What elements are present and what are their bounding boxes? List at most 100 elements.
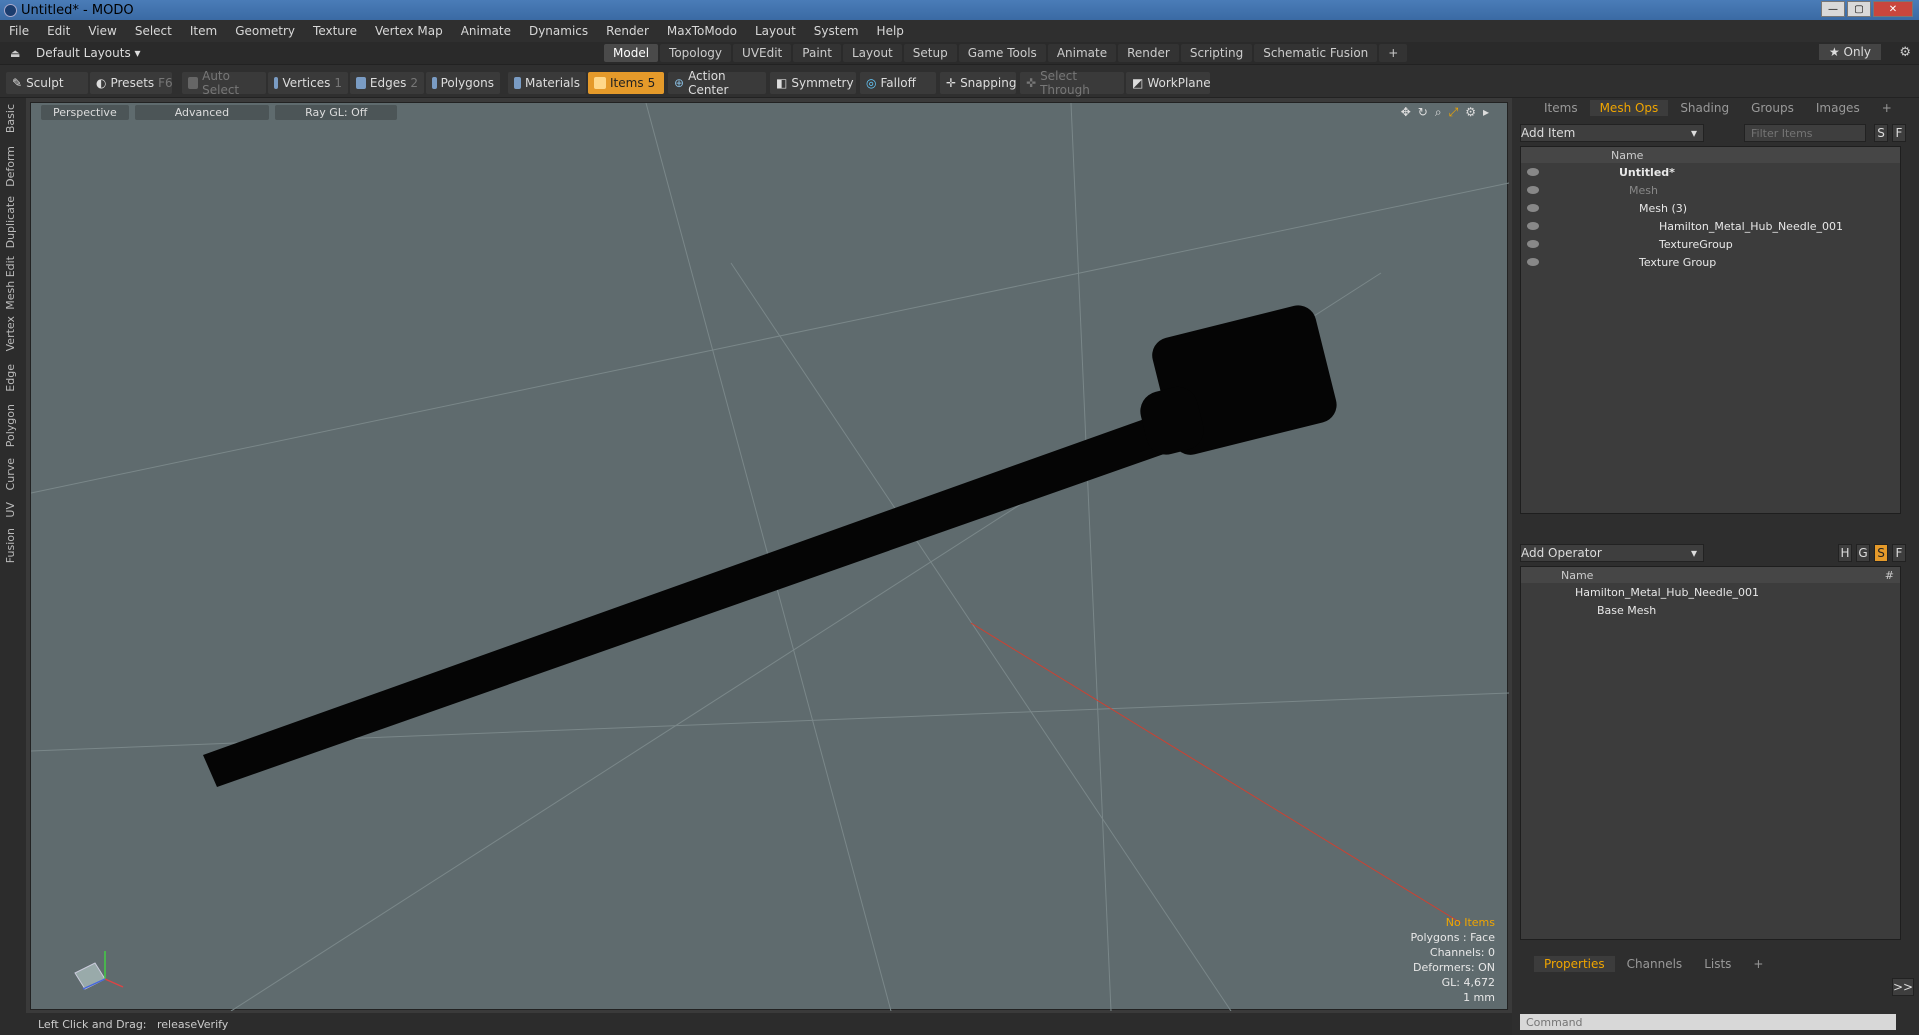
action-center-button[interactable]: ⊕ Action Center [668,69,766,97]
s-button[interactable]: S [1874,124,1888,142]
select-through-button[interactable]: ✜ Select Through [1020,69,1124,97]
menu-texture[interactable]: Texture [304,24,366,38]
menu-layout[interactable]: Layout [746,24,805,38]
eye-icon[interactable] [1527,258,1539,266]
list-item[interactable]: Hamilton_Metal_Hub_Needle_001 [1521,217,1900,235]
list-item[interactable]: Hamilton_Metal_Hub_Needle_001 [1521,583,1900,601]
left-tab-deform[interactable]: Deform [4,146,17,187]
menu-help[interactable]: Help [868,24,913,38]
menu-vertex-map[interactable]: Vertex Map [366,24,452,38]
left-tab-basic[interactable]: Basic [4,104,17,133]
tab-paint[interactable]: Paint [793,44,841,62]
left-tab-vertex[interactable]: Vertex [4,316,17,351]
snapping-button[interactable]: ✛ Snapping [940,72,1016,94]
layout-toggle-icon[interactable]: ⏏ [10,47,20,60]
raygl-button[interactable]: Ray GL: Off [275,104,398,120]
command-input[interactable] [1520,1014,1896,1030]
fit-view-icon[interactable]: ⤢ [1449,105,1459,120]
polygons-button[interactable]: Polygons [426,72,500,94]
falloff-button[interactable]: ◎ Falloff [860,72,936,94]
only-toggle[interactable]: ★ Only [1818,44,1881,60]
left-tab-edge[interactable]: Edge [4,364,17,392]
sculpt-button[interactable]: ✎ Sculpt [6,72,88,94]
tab-channels[interactable]: Channels [1617,956,1693,972]
minimize-button[interactable]: — [1821,1,1845,17]
zoom-view-icon[interactable]: ⌕ [1435,105,1442,120]
tab-schematic-fusion[interactable]: Schematic Fusion [1254,44,1378,62]
f-button[interactable]: F [1892,124,1906,142]
eye-icon[interactable] [1527,222,1539,230]
menu-geometry[interactable]: Geometry [226,24,304,38]
rotate-view-icon[interactable]: ↻ [1418,105,1428,120]
list-item[interactable]: Untitled* [1521,163,1900,181]
menu-dynamics[interactable]: Dynamics [520,24,597,38]
move-view-icon[interactable]: ✥ [1401,105,1411,120]
left-tab-mesh-edit[interactable]: Mesh Edit [4,256,17,310]
tab-shading[interactable]: Shading [1670,100,1739,116]
left-tab-polygon[interactable]: Polygon [4,404,17,447]
h-button[interactable]: H [1838,544,1852,562]
f-button[interactable]: F [1892,544,1906,562]
left-tab-fusion[interactable]: Fusion [4,528,17,563]
left-tab-duplicate[interactable]: Duplicate [4,196,17,248]
edges-button[interactable]: Edges 2 [350,72,424,94]
gear-icon[interactable]: ⚙ [1899,45,1911,60]
add-tab-button[interactable]: + [1379,44,1408,62]
menu-render[interactable]: Render [597,24,658,38]
tab-model[interactable]: Model [604,44,659,62]
materials-button[interactable]: Materials [508,72,586,94]
filter-items-input[interactable] [1744,124,1866,142]
list-item[interactable]: Mesh [1521,181,1900,199]
tab-game-tools[interactable]: Game Tools [958,44,1046,62]
presets-button[interactable]: ◐ Presets F6 [90,72,173,94]
tab-topology[interactable]: Topology [660,44,732,62]
eye-icon[interactable] [1527,240,1539,248]
tab-scripting[interactable]: Scripting [1180,44,1253,62]
auto-select-button[interactable]: Auto Select [182,69,266,97]
tab-render[interactable]: Render [1118,44,1179,62]
3d-viewport[interactable]: Perspective Advanced Ray GL: Off ✥ ↻ ⌕ ⤢… [30,102,1509,1011]
view-type-button[interactable]: Perspective [41,104,129,120]
menu-animate[interactable]: Animate [452,24,520,38]
menu-view[interactable]: View [79,24,125,38]
name-column-header[interactable]: Name [1521,147,1900,163]
shading-mode-button[interactable]: Advanced [134,104,270,120]
maximize-button[interactable]: ▢ [1847,1,1871,17]
tab-lists[interactable]: Lists [1694,956,1741,972]
tab-properties[interactable]: Properties [1534,956,1615,972]
add-panel-tab-button[interactable]: + [1743,956,1773,972]
g-button[interactable]: G [1856,544,1870,562]
list-item[interactable]: Base Mesh [1521,601,1900,619]
menu-select[interactable]: Select [126,24,181,38]
s-button[interactable]: S [1874,544,1888,562]
tab-animate[interactable]: Animate [1047,44,1117,62]
add-panel-tab-button[interactable]: + [1872,100,1902,116]
tab-layout[interactable]: Layout [842,44,902,62]
menu-item[interactable]: Item [181,24,226,38]
tab-setup[interactable]: Setup [903,44,957,62]
add-operator-dropdown[interactable]: Add Operator ▾ [1520,544,1704,562]
add-item-dropdown[interactable]: Add Item ▾ [1520,124,1704,142]
operator-list[interactable]: Name # Hamilton_Metal_Hub_Needle_001 Base… [1520,566,1901,940]
eye-icon[interactable] [1527,204,1539,212]
close-button[interactable]: ✕ [1873,1,1913,17]
symmetry-button[interactable]: ◧ Symmetry [770,72,856,94]
tab-groups[interactable]: Groups [1741,100,1804,116]
list-item[interactable]: TextureGroup [1521,235,1900,253]
list-item[interactable]: Texture Group [1521,253,1900,271]
menu-system[interactable]: System [805,24,868,38]
eye-icon[interactable] [1527,168,1539,176]
expand-button[interactable]: >> [1892,978,1914,996]
tab-images[interactable]: Images [1806,100,1870,116]
tab-items[interactable]: Items [1534,100,1588,116]
list-item[interactable]: Mesh (3) [1521,199,1900,217]
left-tab-curve[interactable]: Curve [4,458,17,490]
menu-edit[interactable]: Edit [38,24,79,38]
menu-file[interactable]: File [0,24,38,38]
items-button[interactable]: Items 5 [588,72,664,94]
menu-maxtomodo[interactable]: MaxToModo [658,24,746,38]
item-list[interactable]: Name Untitled* Mesh Mesh (3) Hamilton_Me… [1520,146,1901,514]
vertices-button[interactable]: Vertices 1 [268,72,348,94]
tab-uvedit[interactable]: UVEdit [733,44,792,62]
eye-icon[interactable] [1527,186,1539,194]
